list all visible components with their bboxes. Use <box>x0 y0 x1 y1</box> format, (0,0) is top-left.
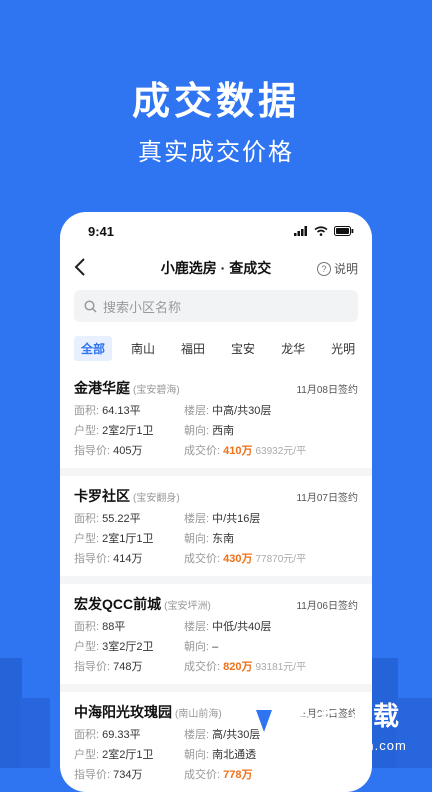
tab-nanshan[interactable]: 南山 <box>124 336 162 361</box>
sign-date: 11月06日签约 <box>296 601 358 612</box>
deal-price: 820万 <box>223 661 253 673</box>
community-name: 宏发QCC前城 <box>74 596 162 612</box>
status-bar: 9:41 <box>60 212 372 250</box>
area-label: 面积: <box>74 621 100 633</box>
layout-value: 3室2厅2卫 <box>102 641 154 653</box>
navigation-bar: 小鹿选房 · 查成交 ? 说明 <box>60 250 372 286</box>
district-label: (宝安碧海) <box>133 385 180 396</box>
list-item[interactable]: 金港华庭 (宝安碧海) 11月08日签约 面积: 64.13平 楼层: 中高/共3… <box>60 368 372 476</box>
layout-label: 户型: <box>74 425 100 437</box>
tab-guangming[interactable]: 光明 <box>324 336 362 361</box>
layout-value: 2室2厅1卫 <box>102 749 154 761</box>
deal-label: 成交价: <box>184 661 221 673</box>
guide-label: 指导价: <box>74 661 111 673</box>
search-input[interactable]: 搜索小区名称 <box>74 290 358 322</box>
unit-price: 93181元/平 <box>255 662 307 673</box>
orient-label: 朝向: <box>184 749 210 761</box>
hero-subtitle: 真实成交价格 <box>138 139 294 166</box>
community-name: 中海阳光玫瑰园 <box>74 704 172 720</box>
orient-label: 朝向: <box>184 533 210 545</box>
floor-label: 楼层: <box>184 729 210 741</box>
orient-label: 朝向: <box>184 425 210 437</box>
status-time: 9:41 <box>88 223 115 239</box>
deal-label: 成交价: <box>184 445 221 457</box>
list-item[interactable]: 卡罗社区 (宝安翻身) 11月07日签约 面积: 55.22平 楼层: 中/共16… <box>60 476 372 584</box>
guide-value: 748万 <box>113 661 143 673</box>
district-label: (宝安翻身) <box>133 493 180 504</box>
orient-label: 朝向: <box>184 641 210 653</box>
wifi-icon <box>314 226 328 236</box>
area-value: 55.22平 <box>102 513 141 525</box>
area-label: 面积: <box>74 513 100 525</box>
floor-label: 楼层: <box>184 405 210 417</box>
watermark-logo-icon <box>248 702 280 746</box>
area-value: 69.33平 <box>102 729 141 741</box>
list-item[interactable]: 宏发QCC前城 (宝安坪洲) 11月06日签约 面积: 88平 楼层: 中低/共4… <box>60 584 372 692</box>
search-icon <box>84 299 97 313</box>
help-label: 说明 <box>333 262 358 276</box>
layout-value: 2室1厅1卫 <box>102 533 154 545</box>
district-label: (南山前海) <box>175 709 222 720</box>
back-button[interactable] <box>74 256 86 282</box>
tab-longhua[interactable]: 龙华 <box>274 336 312 361</box>
tab-baoan[interactable]: 宝安 <box>224 336 262 361</box>
community-name: 金港华庭 <box>74 380 130 396</box>
layout-value: 2室2厅1卫 <box>102 425 154 437</box>
area-value: 64.13平 <box>102 405 141 417</box>
layout-label: 户型: <box>74 533 100 545</box>
sign-date: 11月08日签约 <box>296 385 358 396</box>
signal-icon <box>294 226 307 236</box>
battery-icon <box>334 226 354 236</box>
area-label: 面积: <box>74 729 100 741</box>
tab-all[interactable]: 全部 <box>74 335 113 361</box>
help-button[interactable]: ? 说明 <box>316 260 358 277</box>
orient-value: 西南 <box>212 425 235 437</box>
unit-price: 63932元/平 <box>255 446 307 457</box>
floor-value: 中低/共40层 <box>212 621 272 633</box>
watermark-text: 第七下载站 <box>286 701 403 768</box>
district-tabs: 全部 南山 福田 宝安 龙华 光明 龙 <box>60 330 372 366</box>
guide-value: 414万 <box>113 553 143 565</box>
floor-label: 楼层: <box>184 621 210 633</box>
deal-label: 成交价: <box>184 553 221 565</box>
orient-value: – <box>212 641 219 653</box>
watermark-url: www.d7down.com <box>288 738 407 753</box>
question-icon: ? <box>316 261 331 276</box>
layout-label: 户型: <box>74 641 100 653</box>
guide-label: 指导价: <box>74 553 111 565</box>
floor-value: 中/共16层 <box>212 513 261 525</box>
layout-label: 户型: <box>74 749 100 761</box>
tab-futian[interactable]: 福田 <box>174 336 212 361</box>
sign-date: 11月07日签约 <box>296 493 358 504</box>
floor-label: 楼层: <box>184 513 210 525</box>
guide-value: 405万 <box>113 445 143 457</box>
search-placeholder: 搜索小区名称 <box>103 299 182 315</box>
guide-value: 734万 <box>113 769 143 781</box>
area-value: 88平 <box>102 621 126 633</box>
hero-title: 成交数据 <box>131 81 300 123</box>
floor-value: 中高/共30层 <box>212 405 272 417</box>
deal-price: 410万 <box>223 445 253 457</box>
guide-label: 指导价: <box>74 769 111 781</box>
guide-label: 指导价: <box>74 445 111 457</box>
orient-value: 东南 <box>212 533 235 545</box>
unit-price: 77870元/平 <box>255 554 307 565</box>
deal-label: 成交价: <box>184 769 221 781</box>
site-watermark: 第七下载站 www.d7down.com <box>244 694 426 768</box>
deal-price: 778万 <box>223 769 253 781</box>
community-name: 卡罗社区 <box>74 488 130 504</box>
status-icons <box>294 226 354 236</box>
district-label: (宝安坪洲) <box>164 601 211 612</box>
deal-price: 430万 <box>223 553 253 565</box>
chevron-left-icon <box>74 258 85 276</box>
area-label: 面积: <box>74 405 100 417</box>
